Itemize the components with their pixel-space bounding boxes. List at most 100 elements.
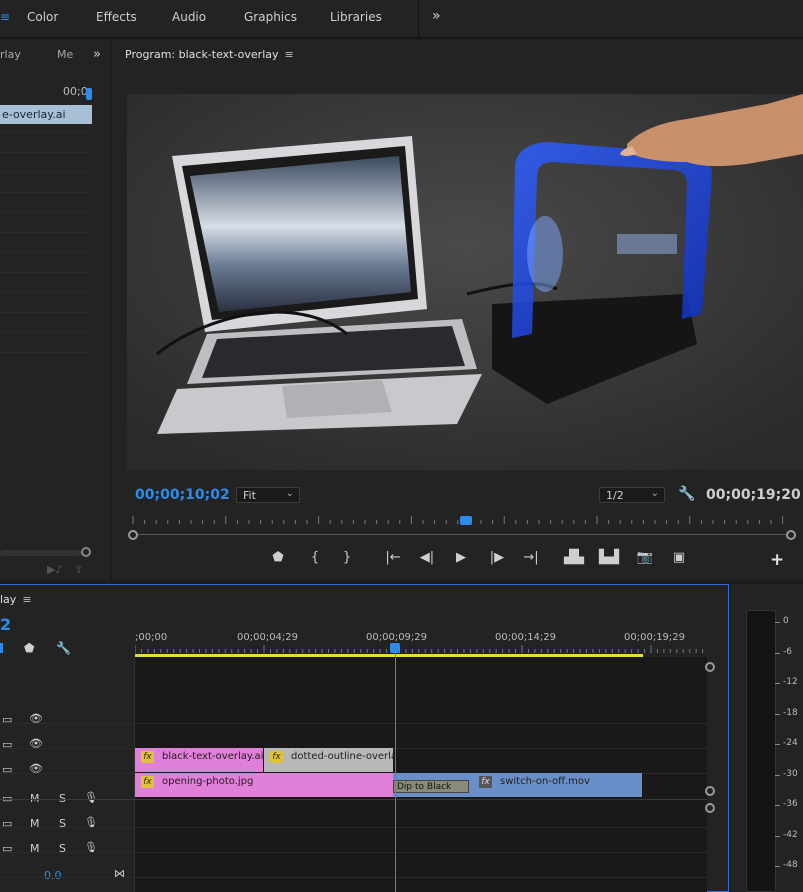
export-icon[interactable]: ⇪ — [74, 563, 83, 576]
zoom-level-value: Fit — [243, 489, 256, 502]
workspace-tab-libraries[interactable]: Libraries — [330, 10, 382, 24]
insert-icon[interactable]: ▶♪ — [47, 563, 62, 576]
video-frame-image — [127, 94, 803, 470]
meter-db-label: -48 — [783, 860, 798, 870]
lift-icon[interactable]: ▟▙ — [563, 550, 585, 565]
current-timecode[interactable]: 00;00;10;02 — [135, 487, 230, 503]
go-to-in-icon[interactable]: |← — [382, 550, 404, 565]
marker-icon[interactable]: ⬟ — [267, 550, 289, 565]
step-back-icon[interactable]: ◀| — [416, 550, 438, 565]
go-to-end-icon[interactable]: ⋈ — [114, 867, 125, 880]
meter-db-label: -6 — [783, 646, 792, 657]
track-divider — [0, 723, 707, 724]
source-divider — [0, 152, 92, 153]
vertical-scroll-handle-mid[interactable] — [705, 786, 715, 796]
fx-badge-icon: fx — [141, 751, 154, 763]
mute-button[interactable]: M — [30, 817, 40, 830]
track-divider — [0, 827, 707, 828]
solo-button[interactable]: S — [59, 842, 66, 855]
meter-tick — [775, 835, 780, 837]
clip-label: opening-photo.jpg — [162, 776, 254, 787]
source-scroll-handle[interactable] — [81, 547, 91, 557]
extract-icon[interactable]: ▙▟ — [598, 550, 620, 565]
audio-meter-bars — [746, 610, 776, 892]
zoom-level-dropdown[interactable]: Fit ⌄ — [236, 487, 300, 503]
add-button[interactable]: + — [770, 550, 784, 570]
timeline-playhead[interactable] — [390, 643, 400, 653]
workspace-tab-graphics[interactable]: Graphics — [244, 10, 297, 24]
tab-source[interactable]: rlay — [0, 48, 21, 61]
toggle-sync-lock-icon[interactable]: ▭ — [2, 817, 12, 830]
toggle-sync-lock-icon[interactable]: ▭ — [2, 763, 12, 776]
source-divider — [0, 292, 92, 293]
meter-db-label: -18 — [783, 707, 798, 718]
mute-button[interactable]: M — [30, 842, 40, 855]
source-ruler-timecode: 00;0 — [63, 85, 88, 98]
go-to-out-icon[interactable]: →| — [520, 550, 542, 565]
solo-button[interactable]: S — [59, 817, 66, 830]
panel-menu-icon[interactable]: ≡ — [22, 593, 31, 606]
toggle-sync-lock-icon[interactable]: ▭ — [2, 738, 12, 751]
playback-resolution-dropdown[interactable]: 1/2 ⌄ — [599, 487, 665, 503]
source-divider — [0, 132, 92, 133]
master-volume-value[interactable]: 0.0 — [44, 869, 62, 882]
export-frame-icon[interactable]: 📷 — [634, 550, 656, 565]
zoom-scroll-handle-left[interactable] — [128, 530, 138, 540]
transition-dip-to-black[interactable]: Dip to Black — [393, 780, 469, 793]
vertical-scroll-handle-audio[interactable] — [705, 803, 715, 813]
step-forward-icon[interactable]: |▶ — [486, 550, 508, 565]
workspace-menu-icon[interactable]: ≡ — [0, 10, 10, 24]
double-chevron-right-icon[interactable]: » — [93, 47, 101, 62]
meter-db-label: -12 — [783, 677, 798, 687]
chevron-down-icon: ⌄ — [285, 488, 294, 499]
timeline-timecode[interactable]: 2 — [0, 615, 11, 634]
workspace-divider — [418, 0, 419, 38]
mark-out-icon[interactable]: } — [336, 550, 358, 565]
snap-indicator — [0, 643, 3, 653]
source-divider — [0, 212, 92, 213]
clip-v2-black-text-overlay[interactable]: fx black-text-overlay.ai — [135, 748, 263, 772]
wrench-icon[interactable]: 🔧 — [56, 641, 71, 655]
meter-db-label: 0 — [783, 616, 789, 626]
wrench-icon[interactable]: 🔧 — [678, 486, 695, 502]
panel-menu-icon[interactable]: ≡ — [285, 48, 294, 61]
meter-tick — [775, 805, 780, 806]
track-divider-video-audio — [0, 799, 707, 800]
microphone-icon[interactable]: 🎙 — [84, 791, 98, 804]
track-divider — [0, 877, 707, 878]
fx-badge-icon: fx — [141, 776, 154, 788]
workspace-tab-audio[interactable]: Audio — [172, 10, 206, 24]
source-scrollbar[interactable] — [0, 550, 82, 556]
clip-v1-opening-photo[interactable]: fx opening-photo.jpg — [135, 773, 393, 797]
source-divider — [0, 272, 92, 273]
clip-label: switch-on-off.mov — [500, 776, 590, 787]
fx-badge-icon: fx — [270, 751, 283, 763]
clip-v2-dotted-outline-overlay[interactable]: fx dotted-outline-overlay.ai — [264, 748, 393, 772]
meter-tick — [775, 622, 780, 623]
tab-media[interactable]: Me — [57, 48, 73, 61]
timeline-title: lay ≡ — [0, 593, 32, 606]
add-marker-icon[interactable]: ⬟ — [24, 641, 34, 655]
double-chevron-right-icon[interactable]: » — [432, 8, 441, 24]
timeline-ruler[interactable]: ;00;00 00;00;04;29 00;00;09;29 00;00;14;… — [135, 621, 705, 657]
workspace-tab-effects[interactable]: Effects — [96, 10, 137, 24]
toggle-sync-lock-icon[interactable]: ▭ — [2, 842, 12, 855]
toggle-sync-lock-icon[interactable]: ▭ — [2, 713, 12, 726]
source-playhead[interactable] — [86, 88, 92, 100]
play-icon[interactable]: ▶ — [450, 550, 472, 565]
meter-db-label: -36 — [783, 799, 798, 809]
ruler-ticks — [135, 645, 704, 653]
fx-badge-icon: fx — [479, 776, 492, 788]
timeline-sequence-name[interactable]: lay — [0, 593, 16, 606]
zoom-scroll-handle-right[interactable] — [786, 530, 796, 540]
mark-in-icon[interactable]: { — [304, 550, 326, 565]
source-divider — [0, 252, 92, 253]
zoom-scrollbar[interactable] — [132, 534, 792, 535]
meter-tick — [775, 774, 780, 776]
workspace-tab-color[interactable]: Color — [27, 10, 58, 24]
track-headers: ▭ 👁 ▭ 👁 ▭ 👁 ▭ M S 🎙 ▭ M S 🎙 ▭ M S 🎙 0.0 … — [0, 657, 135, 892]
compare-icon[interactable]: ▣ — [668, 550, 690, 565]
vertical-scroll-handle-top[interactable] — [705, 662, 715, 672]
program-playhead[interactable] — [460, 516, 472, 525]
source-clip[interactable]: e-overlay.ai — [0, 105, 92, 124]
